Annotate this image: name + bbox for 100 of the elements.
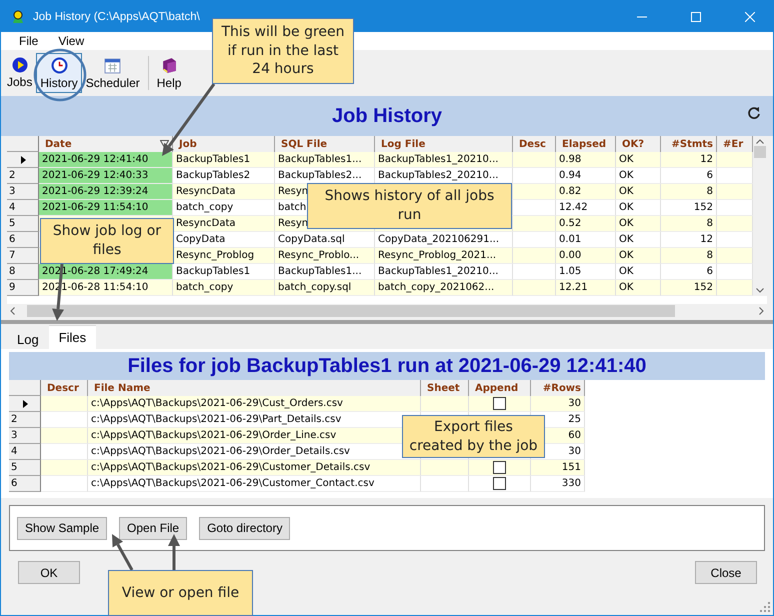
table-cell: [513, 200, 556, 216]
callout: Show job log or files: [40, 218, 174, 264]
table-cell: 12: [661, 152, 717, 168]
table-cell: c:\Apps\AQT\Backups\2021-06-29\Customer_Details.csv: [88, 460, 421, 476]
row-header[interactable]: [7, 152, 39, 168]
menu-item[interactable]: File: [9, 34, 48, 48]
table-cell: [717, 152, 753, 168]
dialog-button[interactable]: OK: [18, 561, 80, 584]
clock-icon: [50, 56, 68, 74]
vertical-scrollbar[interactable]: [753, 136, 767, 296]
table-cell: 2021-06-29 11:54:10: [39, 200, 173, 216]
sort-icon: [160, 140, 169, 148]
current-row-icon: [23, 400, 28, 408]
table-cell: [717, 200, 753, 216]
window-title: Job History (C:\Apps\AQT\batch\: [33, 10, 201, 22]
append-checkbox[interactable]: [493, 397, 506, 410]
maximize-icon: [691, 12, 701, 22]
toolbar-button[interactable]: Jobs: [3, 53, 36, 93]
table-cell: ResyncData: [173, 216, 275, 232]
row-header[interactable]: 6: [9, 476, 41, 492]
panel-title: Files for job BackupTables1 run at 2021-06-29 12:41:40: [128, 354, 646, 378]
action-button[interactable]: Show Sample: [17, 516, 108, 540]
table-cell: 2021-06-29 12:40:33: [39, 168, 173, 184]
row-header[interactable]: 5: [9, 460, 41, 476]
table-cell: BackupTables1: [173, 264, 275, 280]
table-cell: 12.42: [556, 200, 616, 216]
table-cell: BackupTables1: [173, 152, 275, 168]
dialog-button[interactable]: Close: [695, 561, 757, 584]
table-cell: c:\Apps\AQT\Backups\2021-06-29\Cust_Orders.csv: [88, 396, 421, 412]
tab[interactable]: Files: [48, 325, 96, 349]
table-cell: [513, 168, 556, 184]
close-icon: [745, 12, 755, 22]
table-cell: 152: [661, 280, 717, 296]
table-cell: 2021-06-29 12:39:24: [39, 184, 173, 200]
table-cell: CopyData_202106291...: [375, 232, 513, 248]
row-header[interactable]: 3: [7, 184, 39, 200]
row-header[interactable]: 5: [7, 216, 39, 232]
action-button[interactable]: Goto directory: [199, 516, 290, 540]
scroll-thumb[interactable]: [754, 146, 766, 158]
table-cell: [513, 264, 556, 280]
table-cell: batch_copy: [173, 280, 275, 296]
row-header[interactable]: 6: [7, 232, 39, 248]
table-cell: [513, 184, 556, 200]
table-cell: [41, 412, 88, 428]
table-cell: 0.98: [556, 152, 616, 168]
table-cell: [717, 216, 753, 232]
row-header[interactable]: [9, 396, 41, 412]
table-cell: [41, 396, 88, 412]
play-icon: [12, 57, 28, 73]
table-cell: 0.94: [556, 168, 616, 184]
row-header[interactable]: 8: [7, 264, 39, 280]
table-cell: [513, 216, 556, 232]
table-cell: CopyData: [173, 232, 275, 248]
table-cell: BackupTables1_20210...: [375, 152, 513, 168]
table-cell: [717, 280, 753, 296]
table-cell: 0.82: [556, 184, 616, 200]
table-cell: [513, 232, 556, 248]
table-cell: [717, 184, 753, 200]
table-cell: CopyData.sql: [275, 232, 375, 248]
callout: Export files created by the job: [402, 415, 545, 458]
table-cell: OK: [616, 152, 661, 168]
row-header[interactable]: 3: [9, 428, 41, 444]
table-cell: BackupTables2: [173, 168, 275, 184]
table-cell: BackupTables2...: [275, 168, 375, 184]
table-cell: Resync_Problo...: [275, 248, 375, 264]
refresh-icon[interactable]: [747, 106, 761, 120]
table-cell: [717, 168, 753, 184]
table-cell: 1.05: [556, 264, 616, 280]
scroll-left-icon[interactable]: [10, 307, 15, 315]
row-header[interactable]: 4: [9, 444, 41, 460]
scroll-up-icon[interactable]: [756, 139, 764, 144]
append-checkbox[interactable]: [493, 461, 506, 474]
table-cell: 152: [661, 200, 717, 216]
scroll-right-icon[interactable]: [759, 307, 764, 315]
resize-grip-icon[interactable]: [760, 602, 770, 612]
row-header[interactable]: 9: [7, 280, 39, 296]
table-cell: BackupTables1_20210...: [375, 264, 513, 280]
table-cell: 30: [531, 396, 585, 412]
arrow: [112, 534, 134, 571]
scroll-down-icon[interactable]: [756, 288, 764, 293]
table-cell: OK: [616, 184, 661, 200]
action-button[interactable]: Open File: [119, 516, 188, 540]
toolbar-button[interactable]: Scheduler: [82, 53, 144, 93]
toolbar-button[interactable]: History: [36, 53, 82, 93]
table-cell: [41, 460, 88, 476]
table-cell: OK: [616, 264, 661, 280]
table-cell: BackupTables1...: [275, 152, 375, 168]
row-header[interactable]: 2: [7, 168, 39, 184]
table-cell: OK: [616, 216, 661, 232]
table-cell: 330: [531, 476, 585, 492]
table-cell: batch_copy: [173, 200, 275, 216]
table-cell: batch_copy.sql: [275, 280, 375, 296]
append-checkbox[interactable]: [493, 477, 506, 490]
table-cell: [513, 152, 556, 168]
row-header[interactable]: 7: [7, 248, 39, 264]
toolbar-button[interactable]: Help: [152, 53, 186, 93]
menu-item[interactable]: View: [48, 34, 94, 48]
row-header[interactable]: 2: [9, 412, 41, 428]
row-header[interactable]: 4: [7, 200, 39, 216]
table-cell: OK: [616, 200, 661, 216]
